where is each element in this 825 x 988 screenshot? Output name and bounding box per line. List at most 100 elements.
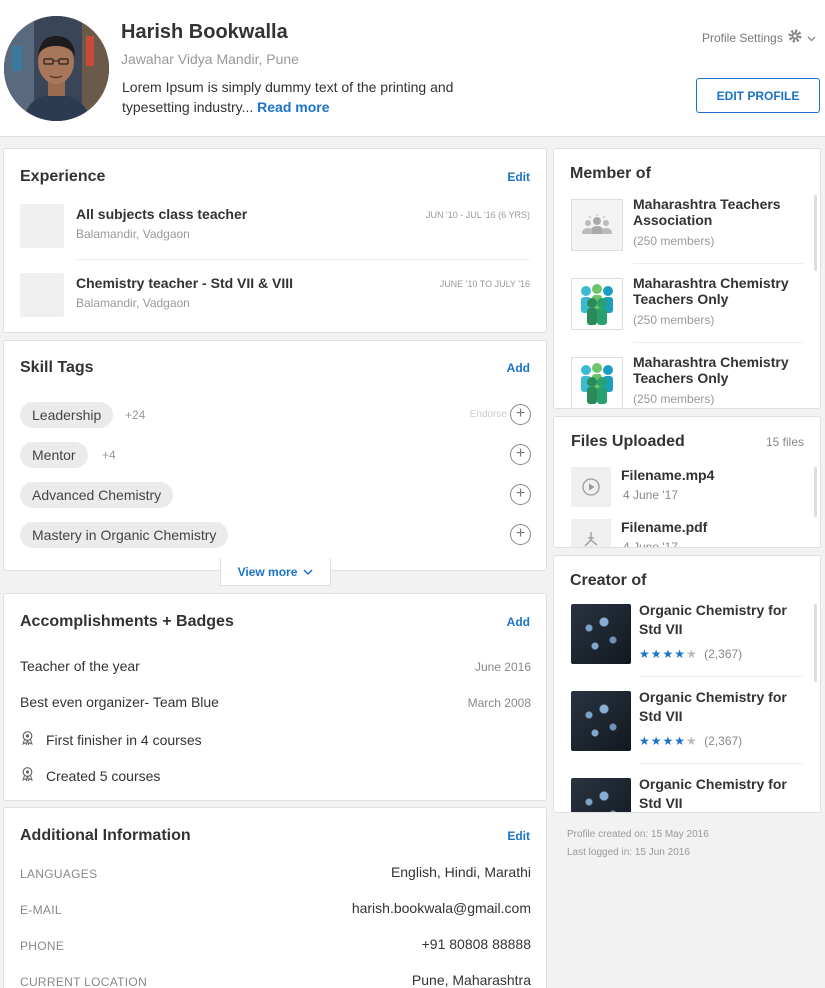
- info-label: E-MAIL: [20, 903, 62, 917]
- course-name: Organic Chemistry for Std VII: [639, 776, 787, 811]
- skill-tags-title: Skill Tags: [20, 359, 94, 376]
- skill-row: Mastery in Organic Chemistry +: [20, 522, 531, 548]
- skill-row: Mentor +4 +: [20, 442, 531, 468]
- experience-dates: JUN '10 - JUL '16 (6 YRS): [426, 210, 530, 220]
- course-name: Organic Chemistry for Std VII: [639, 602, 787, 637]
- experience-item[interactable]: Chemistry teacher - Std VII & VIII Balam…: [20, 273, 530, 333]
- star-rating: ★★★★★ (2,367): [639, 734, 743, 748]
- member-of-card: Member of Maharashtra Teachers Associati…: [553, 148, 821, 409]
- scrollbar[interactable]: [814, 467, 817, 517]
- chevron-down-icon: [807, 31, 816, 45]
- course-thumbnail: [571, 691, 631, 751]
- endorse-plus-icon[interactable]: +: [510, 404, 531, 425]
- view-more-label: View more: [237, 564, 298, 579]
- experience-item[interactable]: All subjects class teacher Balamandir, V…: [20, 204, 530, 264]
- skill-endorse-count: +4: [102, 448, 116, 462]
- group-name: Maharashtra Chemistry Teachers Only: [633, 275, 789, 307]
- files-uploaded-card: Files Uploaded 15 files Filename.mp4 4 J…: [553, 416, 821, 548]
- file-name: Filename.pdf: [621, 519, 708, 535]
- badge-icon: [20, 730, 36, 748]
- badge-item: First finisher in 4 courses: [20, 730, 531, 748]
- file-date: 4 June '17: [623, 488, 679, 502]
- divider: [639, 676, 803, 677]
- profile-settings-menu[interactable]: Profile Settings: [702, 28, 816, 47]
- skill-tag[interactable]: Mastery in Organic Chemistry: [20, 522, 229, 548]
- course-item[interactable]: Organic Chemistry for Std VII ★★★★★ (2,3…: [571, 689, 803, 771]
- group-icon: [571, 199, 623, 251]
- profile-created-date: Profile created on: 15 May 2016: [567, 829, 709, 840]
- group-name: Maharashtra Chemistry Teachers Only: [633, 354, 789, 386]
- accomplishment-label: Teacher of the year: [20, 658, 140, 674]
- experience-edit-link[interactable]: Edit: [507, 170, 530, 184]
- group-item[interactable]: Maharashtra Chemistry Teachers Only (250…: [571, 354, 803, 408]
- profile-school: Jawahar Vidya Mandir, Pune: [121, 51, 299, 67]
- group-name: Maharashtra Teachers Association: [633, 196, 781, 228]
- read-more-link[interactable]: Read more: [257, 99, 329, 115]
- additional-info-title: Additional Information: [20, 827, 191, 844]
- info-value: English, Hindi, Marathi: [390, 864, 531, 880]
- endorse-plus-icon[interactable]: +: [510, 484, 531, 505]
- accomplishment-item: Teacher of the year June 2016: [20, 658, 531, 674]
- play-icon: [571, 467, 611, 507]
- skill-tag[interactable]: Mentor: [20, 442, 88, 468]
- experience-place: Balamandir, Vadgaon: [76, 227, 190, 241]
- scrollbar[interactable]: [814, 195, 817, 271]
- file-date: 4 June '17: [623, 540, 679, 548]
- skill-row: Advanced Chemistry +: [20, 482, 531, 508]
- profile-settings-label: Profile Settings: [702, 30, 783, 45]
- rating-count: (2,367): [704, 734, 743, 748]
- endorse-plus-icon[interactable]: +: [510, 444, 531, 465]
- course-item[interactable]: Organic Chemistry for Std VII: [571, 776, 803, 812]
- experience-logo: [20, 204, 64, 248]
- group-item[interactable]: Maharashtra Teachers Association (250 me…: [571, 196, 803, 269]
- group-members: (250 members): [633, 313, 715, 327]
- edit-profile-button[interactable]: EDIT PROFILE: [696, 78, 820, 113]
- member-of-title: Member of: [570, 165, 651, 182]
- badge-item: Created 5 courses: [20, 766, 531, 784]
- file-item[interactable]: Filename.pdf 4 June '17: [571, 519, 801, 548]
- endorse-plus-icon[interactable]: +: [510, 524, 531, 545]
- scrollbar[interactable]: [814, 604, 817, 682]
- additional-info-edit-link[interactable]: Edit: [507, 829, 530, 843]
- group-item[interactable]: Maharashtra Chemistry Teachers Only (250…: [571, 275, 803, 348]
- profile-header: Harish Bookwalla Jawahar Vidya Mandir, P…: [0, 0, 825, 137]
- info-value: harish.bookwala@gmail.com: [351, 900, 531, 916]
- pdf-icon: [571, 519, 611, 547]
- creator-of-card: Creator of Organic Chemistry for Std VII…: [553, 555, 821, 813]
- accomplishment-date: June 2016: [474, 660, 531, 674]
- skill-add-link[interactable]: Add: [507, 361, 530, 375]
- experience-role: All subjects class teacher: [76, 206, 248, 222]
- skill-tags-card: Skill Tags Add Leadership +24 Endorse + …: [3, 340, 547, 571]
- accomplishments-title: Accomplishments + Badges: [20, 613, 234, 630]
- file-name: Filename.mp4: [621, 467, 715, 483]
- people-icon: [571, 278, 623, 330]
- view-more-button[interactable]: View more: [220, 558, 331, 586]
- divider: [76, 259, 530, 260]
- star-rating: ★★★★★ (2,367): [639, 647, 743, 661]
- skill-endorse-count: +24: [125, 408, 146, 422]
- endorse-label: Endorse: [469, 409, 507, 420]
- last-logged-in: Last logged in: 15 Jun 2016: [567, 847, 690, 858]
- skill-tag[interactable]: Leadership: [20, 402, 114, 428]
- experience-role: Chemistry teacher - Std VII & VIII: [76, 275, 294, 291]
- skill-tag[interactable]: Advanced Chemistry: [20, 482, 174, 508]
- accomplishments-card: Accomplishments + Badges Add Teacher of …: [3, 593, 547, 801]
- files-title: Files Uploaded: [571, 433, 685, 450]
- avatar[interactable]: [4, 16, 109, 121]
- info-label: CURRENT LOCATION: [20, 975, 148, 988]
- group-members: (250 members): [633, 234, 715, 248]
- additional-info-card: Additional Information Edit LANGUAGES En…: [3, 807, 547, 988]
- experience-card: Experience Edit All subjects class teach…: [3, 148, 547, 333]
- accomplishments-add-link[interactable]: Add: [507, 615, 530, 629]
- course-thumbnail: [571, 778, 631, 812]
- rating-count: (2,367): [704, 647, 743, 661]
- course-item[interactable]: Organic Chemistry for Std VII ★★★★★ (2,3…: [571, 602, 803, 684]
- file-item[interactable]: Filename.mp4 4 June '17: [571, 467, 801, 511]
- accomplishment-item: Best even organizer- Team Blue March 200…: [20, 694, 531, 710]
- divider: [639, 763, 803, 764]
- files-count: 15 files: [765, 435, 804, 449]
- experience-place: Balamandir, Vadgaon: [76, 296, 190, 310]
- info-label: PHONE: [20, 939, 65, 953]
- accomplishment-date: March 2008: [467, 696, 531, 710]
- badge-label: First finisher in 4 courses: [46, 732, 202, 748]
